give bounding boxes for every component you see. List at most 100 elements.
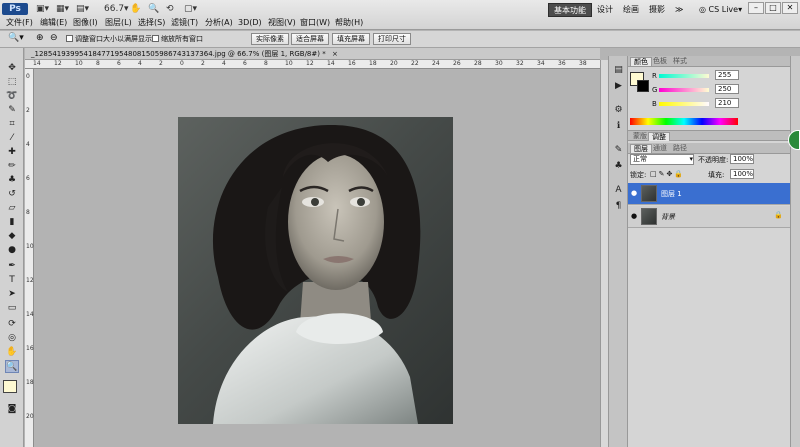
quick-mask-icon[interactable]: ◙ — [5, 403, 19, 416]
document-close-icon[interactable]: × — [332, 50, 338, 58]
opacity-field[interactable]: 100% — [730, 154, 754, 164]
zoom-preset-icon[interactable]: 🔍▾ — [8, 33, 24, 43]
r-slider[interactable] — [659, 74, 709, 78]
workspace-more[interactable]: ≫ — [670, 3, 688, 17]
layer-row-layer1[interactable]: ● 图层 1 — [628, 183, 790, 205]
paragraph-panel-icon[interactable]: ¶ — [612, 200, 625, 213]
move-tool-icon[interactable]: ✥ — [5, 62, 19, 75]
menu-select[interactable]: 选择(S) — [138, 17, 165, 29]
zoom-level-widget[interactable]: 66.7▾ — [104, 3, 129, 15]
eraser-tool-icon[interactable]: ▱ — [5, 202, 19, 215]
healing-brush-tool-icon[interactable]: ✚ — [5, 146, 19, 159]
actual-pixels-button[interactable]: 实际像素 — [251, 33, 289, 45]
clone-source-panel-icon[interactable]: ♣ — [612, 160, 625, 173]
marquee-tool-icon[interactable]: ⬚ — [5, 76, 19, 89]
brush-tool-icon[interactable]: ✏ — [5, 160, 19, 173]
info-panel-icon[interactable]: ℹ — [612, 120, 625, 133]
vertical-ruler: 0 2 4 6 8 10 12 14 16 18 20 — [25, 69, 34, 447]
menu-layer[interactable]: 图层(L) — [105, 17, 132, 29]
lasso-tool-icon[interactable]: ➰ — [5, 90, 19, 103]
visibility-eye-icon[interactable]: ● — [631, 189, 637, 197]
3d-camera-tool-icon[interactable]: ◎ — [5, 332, 19, 345]
actions-panel-icon[interactable]: ▶ — [612, 80, 625, 93]
resize-windows-checkbox[interactable]: 调整窗口大小以满屏显示 — [66, 33, 152, 45]
bridge-icon[interactable]: ▣▾ — [36, 3, 49, 15]
shape-tool-icon[interactable]: ▭ — [5, 302, 19, 315]
dodge-tool-icon[interactable]: ● — [5, 244, 19, 257]
zoom-tool-icon[interactable]: 🔍 — [5, 360, 19, 373]
hand-tool-icon[interactable]: ✋ — [130, 3, 141, 15]
pen-tool-icon[interactable]: ✒ — [5, 260, 19, 273]
visibility-eye-icon[interactable]: ● — [631, 212, 637, 220]
screen-mode-icon[interactable]: ▢▾ — [184, 3, 197, 15]
minimize-button[interactable]: – — [748, 2, 764, 14]
blur-tool-icon[interactable]: ◆ — [5, 230, 19, 243]
b-value-field[interactable]: 210 — [715, 98, 739, 108]
mini-bridge-icon[interactable]: ▦▾ — [56, 3, 69, 15]
crop-tool-icon[interactable]: ⌗ — [5, 118, 19, 131]
blend-mode-select[interactable]: 正常 ▾ — [630, 154, 694, 165]
fill-field[interactable]: 100% — [730, 169, 754, 179]
brush-panel-icon[interactable]: ✎ — [612, 144, 625, 157]
path-select-tool-icon[interactable]: ➤ — [5, 288, 19, 301]
workspace-painting[interactable]: 绘画 — [618, 3, 644, 17]
zoom-tool-icon[interactable]: 🔍 — [148, 3, 159, 15]
layer-row-background[interactable]: ● 背景 🔒 — [628, 206, 790, 228]
type-tool-icon[interactable]: T — [5, 274, 19, 287]
menu-edit[interactable]: 编辑(E) — [40, 17, 67, 29]
lock-icons[interactable]: □✎✥🔒 — [650, 170, 685, 178]
vertical-scrollbar[interactable] — [600, 60, 608, 447]
history-brush-tool-icon[interactable]: ↺ — [5, 188, 19, 201]
tab-layers[interactable]: 图层 — [630, 144, 652, 153]
menu-window[interactable]: 窗口(W) — [300, 17, 330, 29]
zoom-out-icon[interactable]: ⊖ — [50, 33, 58, 43]
menu-file[interactable]: 文件(F) — [6, 17, 33, 29]
print-size-button[interactable]: 打印尺寸 — [373, 33, 411, 45]
tab-color[interactable]: 颜色 — [630, 57, 652, 66]
menu-image[interactable]: 图像(I) — [73, 17, 98, 29]
3d-rotate-tool-icon[interactable]: ⟳ — [5, 318, 19, 331]
menu-3d[interactable]: 3D(D) — [238, 17, 262, 29]
color-spectrum-bar[interactable] — [630, 118, 738, 125]
arrange-docs-icon[interactable]: ▤▾ — [76, 3, 89, 15]
cs-live-button[interactable]: ◎ CS Live▾ — [694, 3, 747, 17]
rotate-view-icon[interactable]: ⟲ — [166, 3, 174, 15]
tab-masks[interactable]: 蒙版 — [630, 132, 650, 141]
maximize-button[interactable]: □ — [765, 2, 781, 14]
menu-filter[interactable]: 滤镜(T) — [171, 17, 198, 29]
document-tab[interactable]: _128541939954184771954808150598674313736… — [25, 48, 600, 60]
r-value-field[interactable]: 255 — [715, 70, 739, 80]
color-background-swatch[interactable] — [637, 80, 649, 92]
zoom-in-icon[interactable]: ⊕ — [36, 33, 44, 43]
workspace-photography[interactable]: 摄影 — [644, 3, 670, 17]
menu-help[interactable]: 帮助(H) — [335, 17, 363, 29]
tab-styles[interactable]: 样式 — [670, 57, 690, 66]
zoom-all-windows-checkbox[interactable]: 缩放所有窗口 — [152, 33, 203, 45]
close-button[interactable]: ✕ — [782, 2, 798, 14]
eyedropper-tool-icon[interactable]: ⁄ — [5, 132, 19, 145]
g-value-field[interactable]: 250 — [715, 84, 739, 94]
tab-adjustments[interactable]: 调整 — [648, 132, 670, 141]
foreground-color-swatch[interactable] — [3, 380, 17, 393]
menu-view[interactable]: 视图(V) — [268, 17, 296, 29]
hand-tool-icon[interactable]: ✋ — [5, 346, 19, 359]
fit-screen-button[interactable]: 适合屏幕 — [291, 33, 329, 45]
gradient-tool-icon[interactable]: ▮ — [5, 216, 19, 229]
panels-scrollbar[interactable] — [790, 56, 800, 447]
character-panel-icon[interactable]: A — [612, 184, 625, 197]
g-slider[interactable] — [659, 88, 709, 92]
tab-channels[interactable]: 通道 — [650, 144, 670, 153]
tab-paths[interactable]: 路径 — [670, 144, 690, 153]
clone-stamp-tool-icon[interactable]: ♣ — [5, 174, 19, 187]
workspace-essentials[interactable]: 基本功能 — [548, 3, 592, 17]
tab-swatches[interactable]: 色板 — [650, 57, 670, 66]
workspace-design[interactable]: 设计 — [592, 3, 618, 17]
fill-screen-button[interactable]: 填充屏幕 — [332, 33, 370, 45]
history-panel-icon[interactable]: ▤ — [612, 64, 625, 77]
quick-select-tool-icon[interactable]: ✎ — [5, 104, 19, 117]
menu-analysis[interactable]: 分析(A) — [205, 17, 233, 29]
document-image[interactable] — [178, 117, 453, 424]
adjust-panel-icon[interactable]: ⚙ — [612, 104, 625, 117]
b-slider[interactable] — [659, 102, 709, 106]
ruler-h-tick: 30 — [495, 60, 503, 67]
